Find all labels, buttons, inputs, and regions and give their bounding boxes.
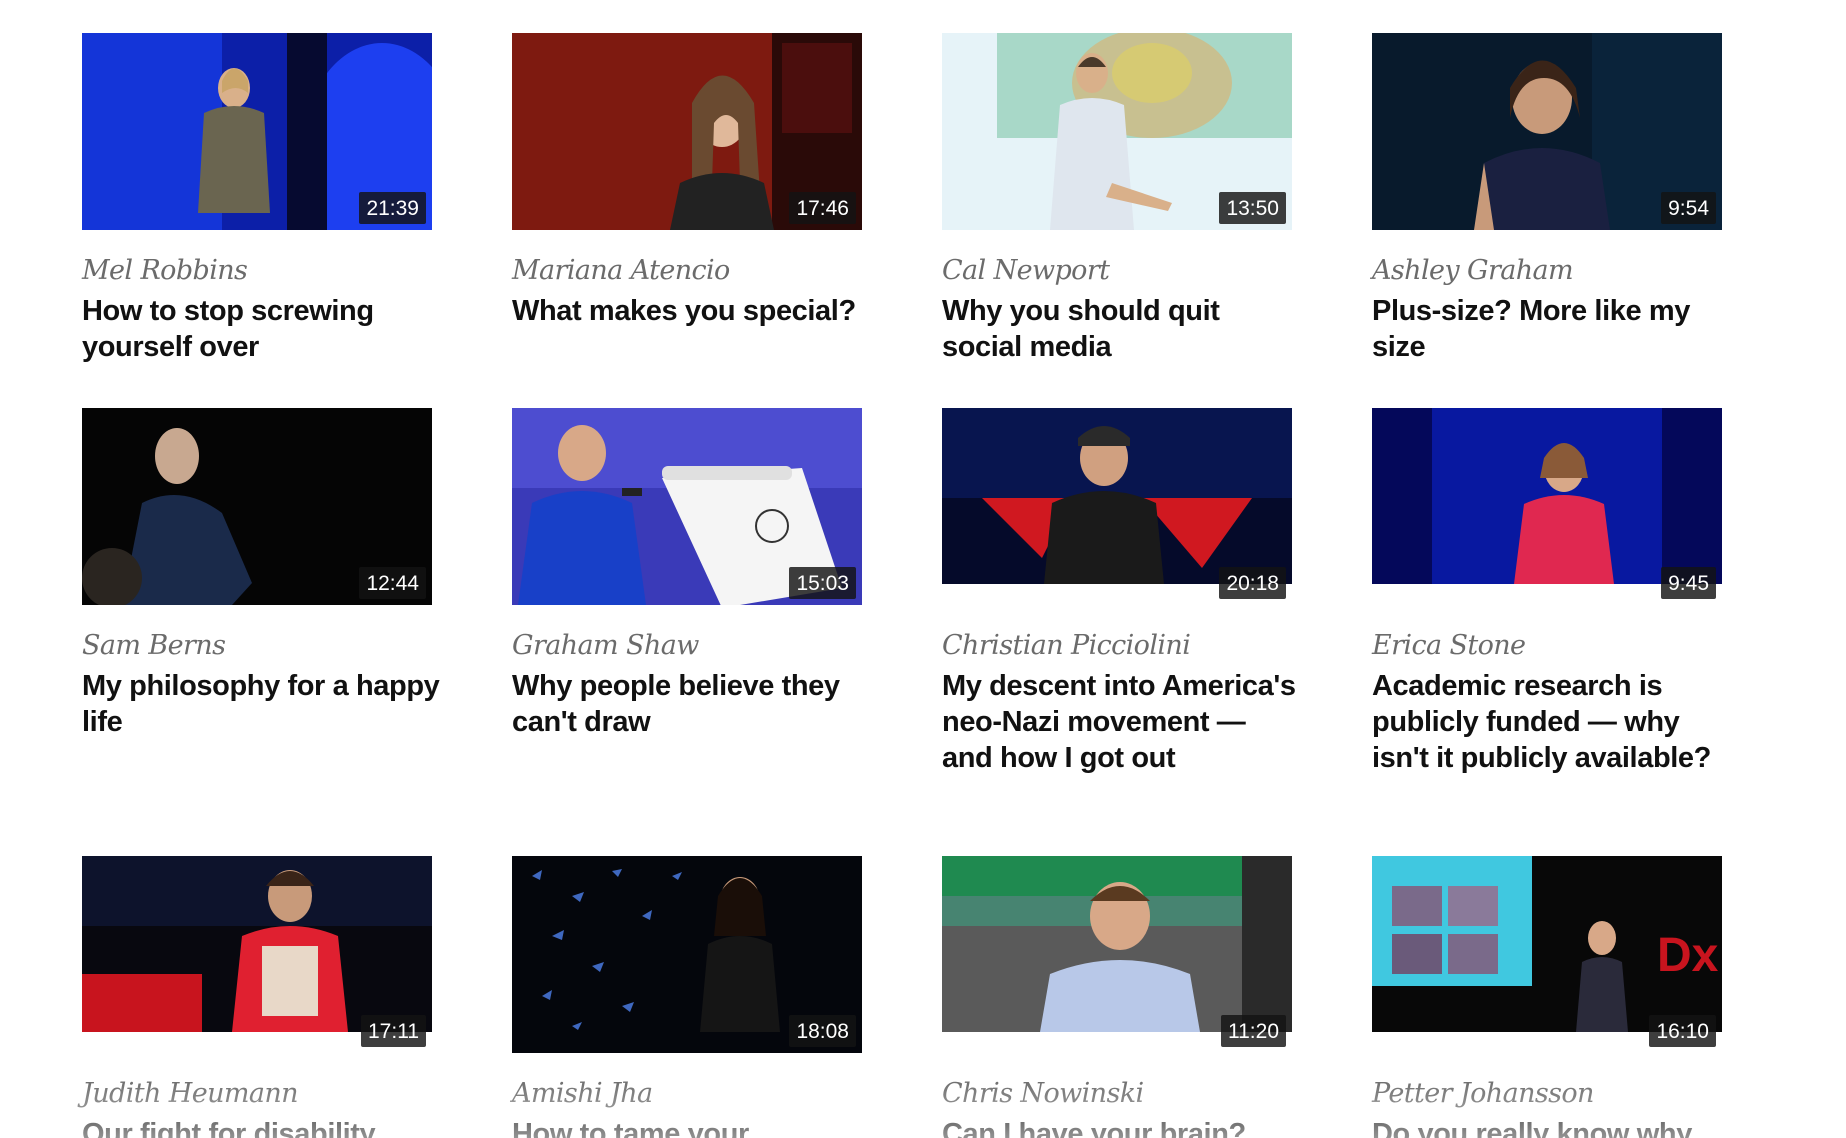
duration-badge: 16:10 bbox=[1649, 1015, 1716, 1047]
talk-card[interactable]: 17:11 Judith Heumann Our fight for disab… bbox=[82, 856, 432, 1138]
speaker-name[interactable]: Graham Shaw bbox=[512, 630, 862, 662]
duration-badge: 21:39 bbox=[359, 192, 426, 224]
duration-badge: 15:03 bbox=[789, 567, 856, 599]
talk-card[interactable]: 9:54 Ashley Graham Plus-size? More like … bbox=[1372, 33, 1722, 408]
talk-thumbnail[interactable]: 9:45 bbox=[1372, 408, 1722, 605]
talk-title[interactable]: My philosophy for a happy life bbox=[82, 668, 442, 740]
speaker-name[interactable]: Christian Picciolini bbox=[942, 630, 1292, 662]
talk-title[interactable]: Why you should quit social media bbox=[942, 293, 1302, 365]
speaker-name[interactable]: Amishi Jha bbox=[512, 1078, 862, 1110]
speaker-name[interactable]: Mariana Atencio bbox=[512, 255, 862, 287]
speaker-name[interactable]: Mel Robbins bbox=[82, 255, 432, 287]
speaker-name[interactable]: Petter Johansson bbox=[1372, 1078, 1722, 1110]
talk-thumbnail[interactable]: 20:18 bbox=[942, 408, 1292, 605]
speaker-name[interactable]: Ashley Graham bbox=[1372, 255, 1722, 287]
talk-thumbnail[interactable]: 15:03 bbox=[512, 408, 862, 605]
talk-thumbnail[interactable]: 11:20 bbox=[942, 856, 1292, 1053]
duration-badge: 9:45 bbox=[1661, 567, 1716, 599]
talk-card[interactable]: 18:08 Amishi Jha How to tame your bbox=[512, 856, 862, 1138]
talk-thumbnail[interactable]: Dx 16:10 bbox=[1372, 856, 1722, 1053]
talk-thumbnail[interactable]: 17:46 bbox=[512, 33, 862, 230]
talk-card[interactable]: 21:39 Mel Robbins How to stop screwing y… bbox=[82, 33, 432, 408]
talk-card[interactable]: Dx 16:10 Petter Johansson Do you really … bbox=[1372, 856, 1722, 1138]
talk-card[interactable]: 12:44 Sam Berns My philosophy for a happ… bbox=[82, 408, 440, 856]
duration-badge: 9:54 bbox=[1661, 192, 1716, 224]
talk-title[interactable]: My descent into America's neo-Nazi movem… bbox=[942, 668, 1302, 776]
svg-text:Dx: Dx bbox=[1657, 929, 1719, 982]
duration-badge: 12:44 bbox=[359, 567, 426, 599]
talk-thumbnail[interactable]: 18:08 bbox=[512, 856, 862, 1053]
speaker-name[interactable]: Chris Nowinski bbox=[942, 1078, 1292, 1110]
duration-badge: 17:46 bbox=[789, 192, 856, 224]
talk-thumbnail[interactable]: 9:54 bbox=[1372, 33, 1722, 230]
talk-card[interactable]: 9:45 Erica Stone Academic research is pu… bbox=[1372, 408, 1722, 856]
talk-card[interactable]: 13:50 Cal Newport Why you should quit so… bbox=[942, 33, 1292, 408]
talk-title[interactable]: Can I have your brain? bbox=[942, 1116, 1302, 1138]
talk-title[interactable]: Do you really know why bbox=[1372, 1116, 1732, 1138]
talk-thumbnail[interactable]: 17:11 bbox=[82, 856, 432, 1053]
speaker-name[interactable]: Sam Berns bbox=[82, 630, 432, 662]
talk-card[interactable]: 20:18 Christian Picciolini My descent in… bbox=[942, 408, 1296, 856]
speaker-name[interactable]: Erica Stone bbox=[1372, 630, 1722, 662]
duration-badge: 20:18 bbox=[1219, 567, 1286, 599]
talk-card[interactable]: 15:03 Graham Shaw Why people believe the… bbox=[512, 408, 862, 856]
talk-title[interactable]: Our fight for disability bbox=[82, 1116, 442, 1138]
duration-badge: 11:20 bbox=[1221, 1015, 1286, 1047]
talk-title[interactable]: Academic research is publicly funded — w… bbox=[1372, 668, 1732, 776]
speaker-name[interactable]: Cal Newport bbox=[942, 255, 1292, 287]
talk-thumbnail[interactable]: 21:39 bbox=[82, 33, 432, 230]
talk-card[interactable]: 11:20 Chris Nowinski Can I have your bra… bbox=[942, 856, 1292, 1138]
duration-badge: 13:50 bbox=[1219, 192, 1286, 224]
talk-thumbnail[interactable]: 12:44 bbox=[82, 408, 432, 605]
talk-title[interactable]: Why people believe they can't draw bbox=[512, 668, 872, 740]
talk-title[interactable]: How to tame your bbox=[512, 1116, 872, 1138]
duration-badge: 18:08 bbox=[789, 1015, 856, 1047]
talk-title[interactable]: How to stop screwing yourself over bbox=[82, 293, 442, 365]
talk-card[interactable]: 17:46 Mariana Atencio What makes you spe… bbox=[512, 33, 862, 408]
talk-title[interactable]: Plus-size? More like my size bbox=[1372, 293, 1732, 365]
talk-grid: 21:39 Mel Robbins How to stop screwing y… bbox=[82, 33, 1722, 1138]
speaker-name[interactable]: Judith Heumann bbox=[82, 1078, 432, 1110]
talk-thumbnail[interactable]: 13:50 bbox=[942, 33, 1292, 230]
talk-title[interactable]: What makes you special? bbox=[512, 293, 872, 329]
duration-badge: 17:11 bbox=[361, 1015, 426, 1047]
